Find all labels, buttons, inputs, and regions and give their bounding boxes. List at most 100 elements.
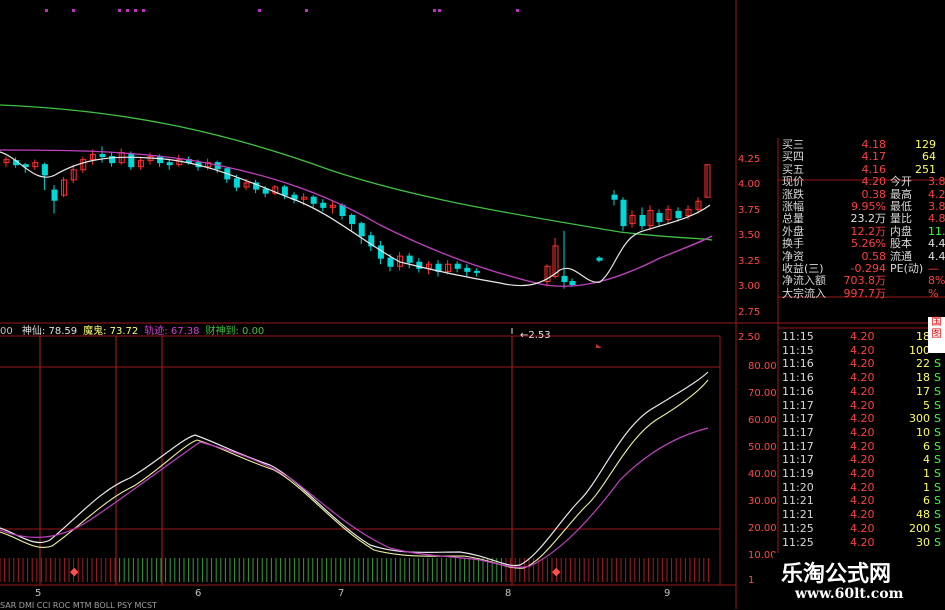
quote-row: 大宗流入 997.7万% <box>778 287 945 300</box>
arrow-marker <box>596 344 602 348</box>
tick-time: 11:17 <box>782 425 814 439</box>
tick-volume: 30 <box>916 535 930 549</box>
quote-label: 涨跌 <box>782 187 804 201</box>
price-axis-label: 2.50 <box>738 332 761 343</box>
date-label: 9 <box>664 588 671 599</box>
low-price-value: 2.53 <box>528 330 551 341</box>
tick-flag: S <box>934 535 941 549</box>
tick-row: 11:25 4.20 200 S <box>778 522 945 535</box>
tick-flag: S <box>934 467 941 480</box>
quote-value-2: — <box>928 262 939 275</box>
quote-value-2: 11.0万 <box>928 224 945 238</box>
tick-time: 11:16 <box>782 357 814 371</box>
quote-label: 换手 <box>782 237 804 251</box>
signal-diamond-icon: ◆ <box>552 565 561 578</box>
candle-body <box>639 214 646 227</box>
indicator-area: ◆ ◆ <box>0 336 720 585</box>
tick-volume: 18 <box>916 330 930 343</box>
top-marker-dots <box>45 9 519 12</box>
quote-value: 4.16 <box>861 162 887 176</box>
tick-volume: 200 <box>909 521 930 535</box>
quote-value-2: % <box>928 286 939 300</box>
stock-chart-window: ◆ ◆ 4.25 4.00 3.75 3.50 3.25 3.00 2.75 2.50 80.00… <box>0 0 945 610</box>
quote-value: 0.38 <box>861 187 887 201</box>
quote-label-2: 股本 <box>890 237 912 251</box>
tick-time: 11:21 <box>782 494 814 508</box>
indicator-axis-label: 30.00 <box>748 496 777 507</box>
quote-value: 9.95% <box>851 200 886 213</box>
quote-label-2: 内盘 <box>890 224 912 238</box>
candle-body <box>611 194 618 200</box>
candle-body <box>569 281 576 286</box>
tick-price: 4.20 <box>850 535 875 549</box>
quote-label: 买三 <box>782 138 804 151</box>
quote-label-2: 今开 <box>890 175 912 189</box>
indicator-axis-label: 20.00 <box>748 523 777 534</box>
candle-body <box>454 263 461 269</box>
quote-label: 买四 <box>782 150 804 164</box>
tick-flag: S <box>934 494 941 508</box>
quote-label: 外盘 <box>782 224 804 238</box>
candle-body <box>596 257 603 261</box>
ma-green-line <box>0 104 713 241</box>
candle-body <box>41 164 48 176</box>
tick-price: 4.20 <box>850 521 875 535</box>
candle-body <box>656 212 663 223</box>
indicator-items: 神仙: 78.59 魔鬼: 73.72 轨迹: 67.38 财神到: 0.00 <box>16 326 264 337</box>
tick-row: 11:17 4.20 300 S <box>778 412 945 425</box>
candle-body <box>262 188 269 194</box>
tick-price: 4.20 <box>850 343 875 357</box>
tick-flag: S <box>934 357 941 371</box>
tick-flag: S <box>934 398 941 412</box>
tick-volume: 6 <box>923 439 930 453</box>
tick-time: 11:17 <box>782 439 814 453</box>
candle-body <box>99 154 106 158</box>
indicator-axis-label: 80.00 <box>748 361 777 372</box>
quote-value: 4.18 <box>861 138 887 151</box>
tick-price: 4.20 <box>850 384 875 398</box>
quote-value-2: 3.88 <box>928 175 945 189</box>
quote-value-2: 8% <box>928 274 945 288</box>
candlestick-area <box>0 104 713 348</box>
price-axis-label: 4.00 <box>738 179 761 190</box>
quote-value: 12.2万 <box>850 224 887 238</box>
top-dot <box>433 9 436 12</box>
quote-value-2: 3.88 <box>928 200 945 213</box>
tick-time: 11:25 <box>782 521 814 535</box>
indicator-legend-item: 魔鬼: 73.72 <box>83 326 139 337</box>
tick-price: 4.20 <box>850 508 875 522</box>
indicator-legend-item: 神仙: 78.59 <box>21 326 78 337</box>
quote-label: 买五 <box>782 162 804 176</box>
quote-row: 买四 4.17 64 <box>778 150 945 163</box>
date-label: 8 <box>505 588 512 599</box>
quote-row: 涨跌 0.38最高 4.20 <box>778 188 945 201</box>
tick-time: 11:25 <box>782 535 814 549</box>
quote-row: 现价 4.20今开 3.88 <box>778 175 945 188</box>
price-axis-label: 3.00 <box>738 281 761 292</box>
candle-body <box>128 154 135 168</box>
tick-volume: 48 <box>916 508 930 522</box>
tick-volume: 300 <box>909 412 930 426</box>
quote-value-2: 4.40亿 <box>928 237 945 251</box>
side-badge[interactable]: 国 图 <box>928 317 945 353</box>
tick-price: 4.20 <box>850 425 875 439</box>
tick-volume: 6 <box>923 494 930 508</box>
tick-volume: 10 <box>916 425 930 439</box>
tick-row: 11:17 4.20 6 S <box>778 440 945 453</box>
quote-label-2: 流通 <box>890 249 912 263</box>
tick-time: 11:19 <box>782 467 814 480</box>
tick-flag: S <box>934 508 941 522</box>
tick-time: 11:20 <box>782 480 814 494</box>
quote-volume: 64 <box>922 150 936 164</box>
quote-row: 净流入额 703.8万 8% <box>778 274 945 287</box>
tick-row: 11:16 4.20 18 S <box>778 371 945 384</box>
quote-volume: 129 <box>915 138 936 151</box>
date-label: 7 <box>338 588 345 599</box>
tick-price: 4.20 <box>850 398 875 412</box>
quote-row: 买三 4.18 129 <box>778 138 945 151</box>
tick-row: 11:21 4.20 6 S <box>778 494 945 507</box>
top-dot <box>516 9 519 12</box>
tick-volume: 5 <box>923 398 930 412</box>
tick-price: 4.20 <box>850 439 875 453</box>
oscillator-guiji-line <box>0 427 709 568</box>
